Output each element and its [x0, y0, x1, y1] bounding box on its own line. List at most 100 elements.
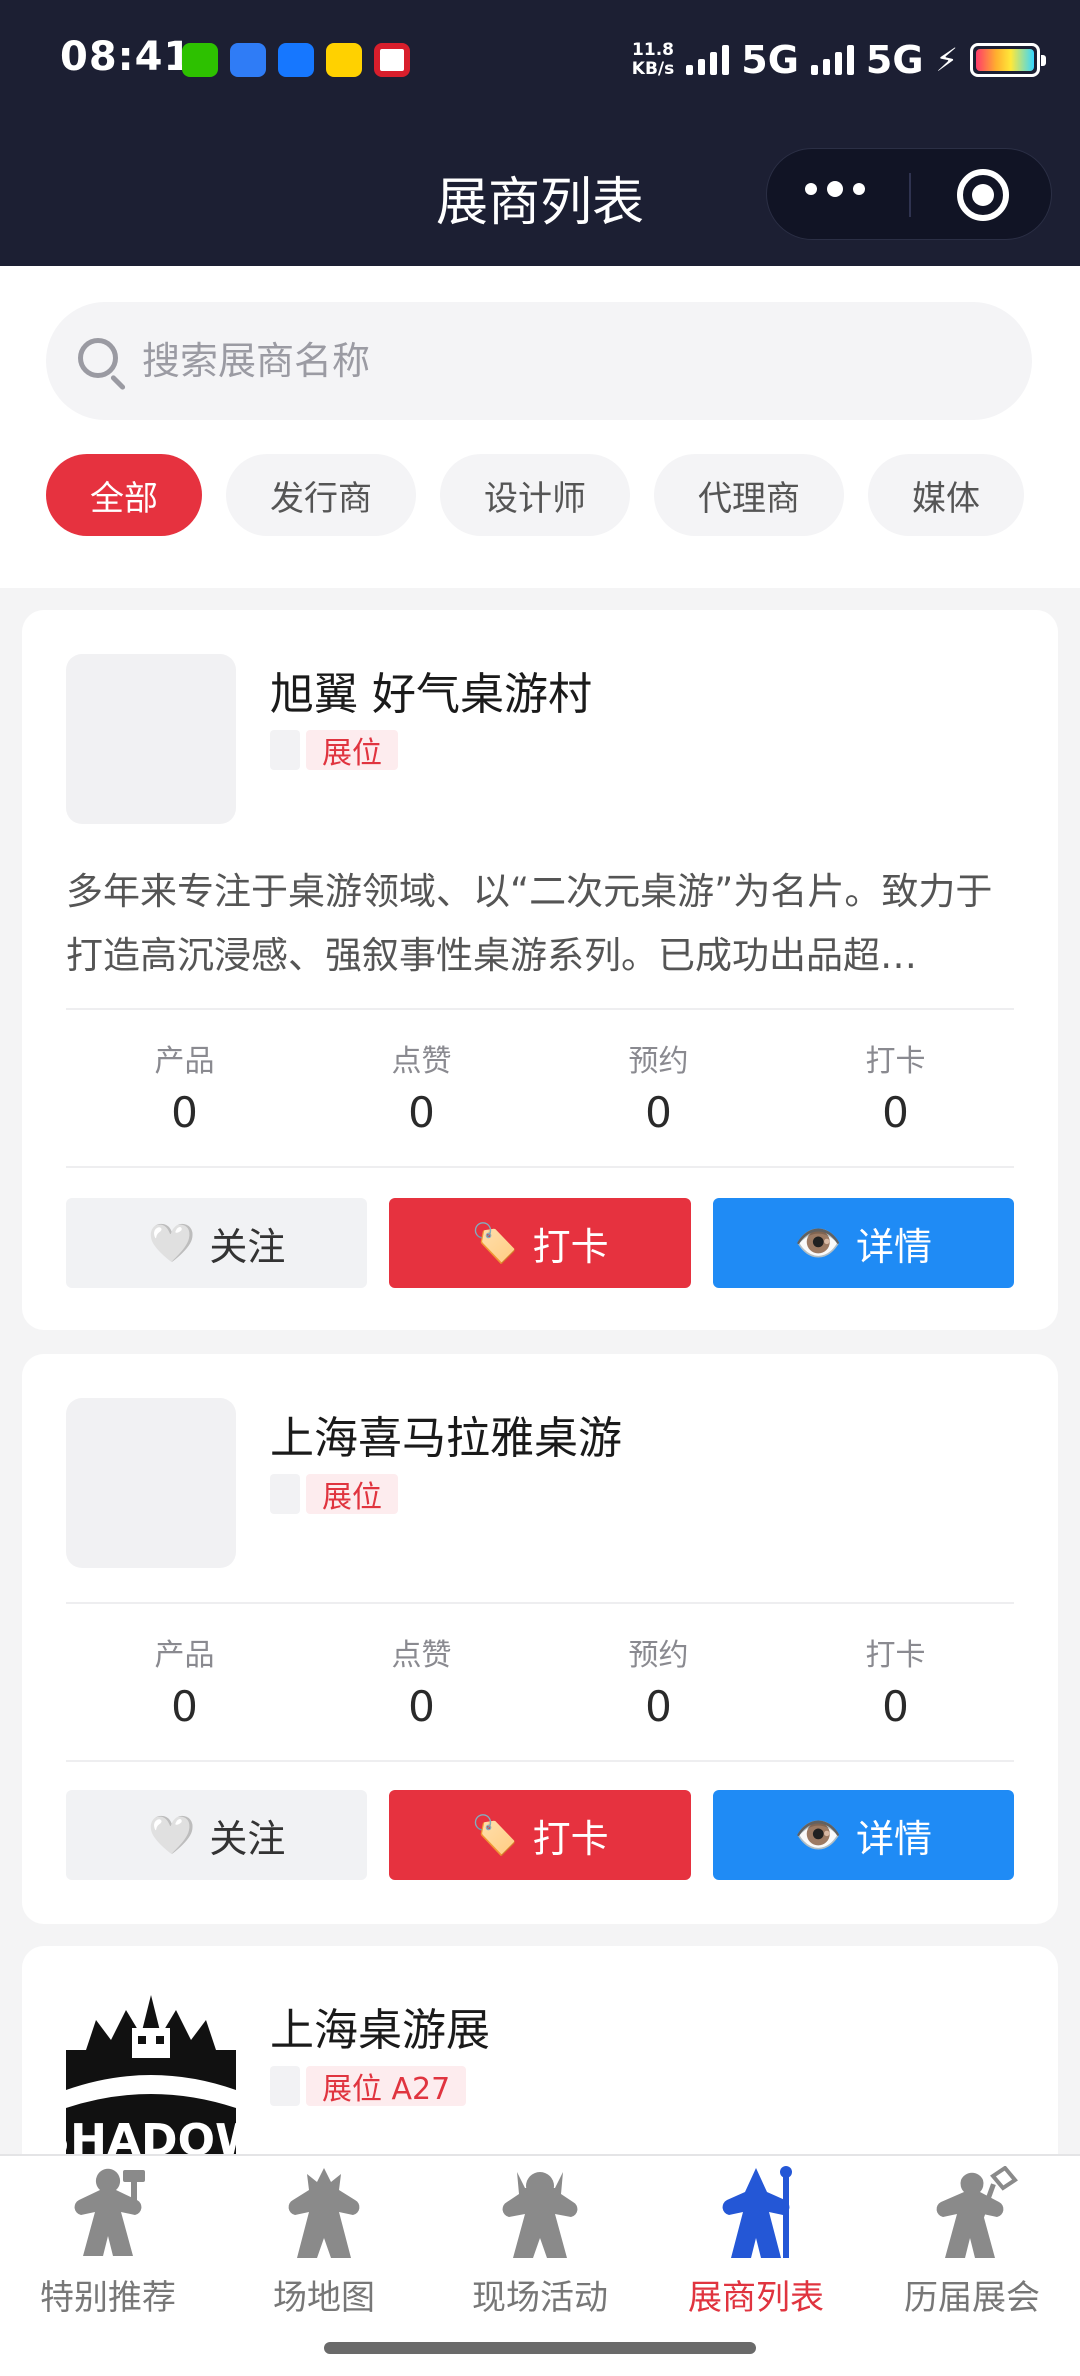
search-bar[interactable] [46, 302, 1032, 420]
exhibitor-name: 旭翼 好气桌游村 [270, 669, 592, 720]
booth-badge: 展位 A27 [306, 2066, 467, 2107]
charging-icon: ⚡ [935, 41, 958, 79]
exhibitor-logo [66, 1398, 236, 1568]
tab-past-shows[interactable]: 历届展会 [864, 2166, 1080, 2319]
exhibitor-logo [66, 654, 236, 824]
exhibitor-card[interactable]: 旭翼 好气桌游村 展位 多年来专注于桌游领域、以“二次元桌游”为名片。致力于打造… [22, 610, 1058, 1330]
exhibitor-tags: 展位 A27 [270, 2066, 467, 2107]
meeple-wizard-icon [722, 2166, 792, 2258]
stat-label: 产品 [154, 1044, 215, 1079]
stat-label: 产品 [154, 1638, 215, 1673]
follow-label: 关注 [209, 1816, 286, 1861]
network-speed: 11.8 KB/s [632, 41, 674, 79]
eye-icon: 👁️ [794, 1220, 842, 1265]
signal-icon-2 [810, 45, 854, 75]
exhibitor-name: 上海喜马拉雅桌游 [270, 1413, 622, 1464]
more-icon[interactable] [805, 181, 865, 197]
booth-badge: 展位 [306, 730, 398, 771]
tab-exhibitors[interactable]: 展商列表 [648, 2166, 864, 2319]
speed-value: 11.8 [632, 40, 674, 60]
stat-value: 0 [171, 1682, 198, 1731]
filter-agent[interactable]: 代理商 [654, 454, 844, 536]
exhibitor-tags: 展位 [270, 730, 398, 771]
category-tag [270, 2066, 300, 2106]
follow-button[interactable]: 🤍 关注 [66, 1198, 368, 1288]
eye-icon: 👁️ [794, 1812, 842, 1857]
detail-label: 详情 [855, 1816, 932, 1861]
tab-venue-map[interactable]: 场地图 [216, 2166, 432, 2319]
stat-label: 打卡 [865, 1044, 926, 1079]
checkin-button[interactable]: 🏷️ 打卡 [389, 1790, 691, 1880]
stat-label: 打卡 [865, 1638, 926, 1673]
stat-reservations: 预约 0 [540, 1604, 777, 1760]
battery-icon [970, 43, 1046, 77]
signal-icon [686, 45, 730, 75]
exhibitor-logo: SHADOW [66, 1990, 236, 2160]
category-tag [270, 1474, 300, 1514]
filter-publisher[interactable]: 发行商 [226, 454, 416, 536]
search-icon [78, 338, 118, 378]
tab-label: 场地图 [273, 2278, 375, 2318]
exhibitor-card[interactable]: 上海喜马拉雅桌游 展位 产品 0 点赞 0 预约 0 打卡 0 🤍 关注 🏷️ 打卡 👁️ 详… [22, 1354, 1058, 1924]
header-panel: 全部 发行商 设计师 代理商 媒体 [0, 266, 1080, 588]
checkin-button[interactable]: 🏷️ 打卡 [389, 1198, 691, 1288]
stat-value: 0 [408, 1088, 435, 1137]
card-actions: 🤍 关注 🏷️ 打卡 👁️ 详情 [66, 1198, 1014, 1288]
exhibitor-description: 多年来专注于桌游领域、以“二次元桌游”为名片。致力于打造高沉浸感、强叙事性桌游系… [66, 870, 993, 977]
status-right: 11.8 KB/s 5G 5G ⚡ [632, 38, 1046, 82]
stat-value: 0 [645, 1088, 672, 1137]
stat-value: 0 [882, 1682, 909, 1731]
filter-media[interactable]: 媒体 [868, 454, 1024, 536]
stat-label: 预约 [628, 1638, 689, 1673]
detail-button[interactable]: 👁️ 详情 [712, 1790, 1014, 1880]
tab-recommend[interactable]: 特别推荐 [0, 2166, 216, 2319]
bank-app-icon [374, 43, 410, 77]
search-input[interactable] [142, 302, 1002, 420]
network-type-1: 5G [741, 38, 799, 82]
wechat-icon [182, 43, 218, 77]
stat-value: 0 [882, 1088, 909, 1137]
category-tag [270, 730, 300, 770]
detail-label: 详情 [855, 1224, 932, 1269]
stat-checkins: 打卡 0 [777, 1604, 1014, 1760]
stat-value: 0 [408, 1682, 435, 1731]
meeple-hammer-icon [74, 2168, 145, 2256]
checkin-label: 打卡 [532, 1224, 609, 1269]
tag-icon: 🏷️ [471, 1812, 519, 1857]
status-time: 08:41 [60, 34, 193, 80]
detail-button[interactable]: 👁️ 详情 [712, 1198, 1014, 1288]
top-bar: 08:41 11.8 KB/s 5G 5G ⚡ 展商列表 [0, 0, 1080, 266]
heart-icon: 🤍 [147, 1812, 196, 1857]
stat-label: 点赞 [391, 1044, 452, 1079]
filter-chips: 全部 发行商 设计师 代理商 媒体 [46, 454, 1024, 536]
exhibitor-name: 上海桌游展 [270, 2005, 490, 2056]
meeple-viking-icon [502, 2172, 578, 2258]
follow-button[interactable]: 🤍 关注 [66, 1790, 368, 1880]
capsule-divider [909, 173, 911, 217]
card-actions: 🤍 关注 🏷️ 打卡 👁️ 详情 [66, 1790, 1014, 1880]
tab-label: 特别推荐 [40, 2278, 176, 2318]
home-indicator[interactable] [324, 2342, 756, 2354]
tab-events[interactable]: 现场活动 [432, 2166, 648, 2319]
stat-value: 0 [645, 1682, 672, 1731]
filter-all[interactable]: 全部 [46, 454, 202, 536]
booth-badge: 展位 [306, 1474, 398, 1515]
tab-label: 历届展会 [904, 2278, 1040, 2318]
stat-value: 0 [171, 1088, 198, 1137]
filter-designer[interactable]: 设计师 [440, 454, 630, 536]
exhibitor-stats: 产品 0 点赞 0 预约 0 打卡 0 [66, 1008, 1014, 1168]
stat-products: 产品 0 [66, 1010, 303, 1166]
stat-checkins: 打卡 0 [777, 1010, 1014, 1166]
meituan-icon [326, 43, 362, 77]
close-target-icon[interactable] [957, 169, 1009, 221]
stat-likes: 点赞 0 [303, 1604, 540, 1760]
follow-label: 关注 [209, 1224, 286, 1269]
tag-icon: 🏷️ [471, 1220, 519, 1265]
checkin-label: 打卡 [532, 1816, 609, 1861]
heart-icon: 🤍 [147, 1220, 196, 1265]
meeple-flag-icon [936, 2166, 1018, 2258]
message-app-icon [230, 43, 266, 77]
status-app-icons [182, 43, 410, 77]
stat-label: 预约 [628, 1044, 689, 1079]
stat-reservations: 预约 0 [540, 1010, 777, 1166]
